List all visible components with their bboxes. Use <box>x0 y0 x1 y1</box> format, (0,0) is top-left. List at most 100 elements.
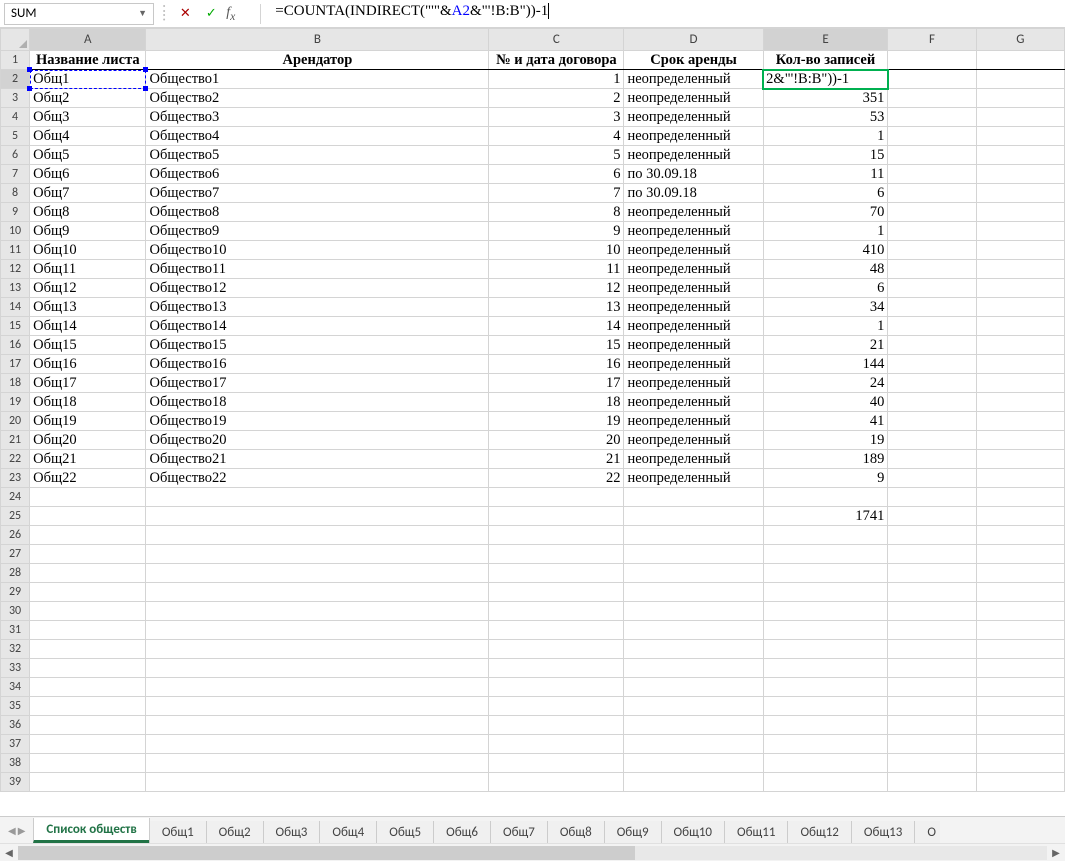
cell-B12[interactable]: Общество11 <box>146 260 489 279</box>
cell-C36[interactable] <box>489 716 624 735</box>
cell-G35[interactable] <box>976 697 1064 716</box>
row-header[interactable]: 39 <box>1 773 30 792</box>
cell-F5[interactable] <box>888 127 976 146</box>
cell-C5[interactable]: 4 <box>489 127 624 146</box>
sheet-tab[interactable]: Общ4 <box>319 821 377 843</box>
cell-D22[interactable]: неопределенный <box>624 450 763 469</box>
cell-G17[interactable] <box>976 355 1064 374</box>
cell-G9[interactable] <box>976 203 1064 222</box>
cell-A14[interactable]: Общ13 <box>30 298 146 317</box>
cell-D9[interactable]: неопределенный <box>624 203 763 222</box>
cell-E16[interactable]: 21 <box>763 336 888 355</box>
cell-C30[interactable] <box>489 602 624 621</box>
cell-A39[interactable] <box>30 773 146 792</box>
cell-C23[interactable]: 22 <box>489 469 624 488</box>
cell-A32[interactable] <box>30 640 146 659</box>
cell-E21[interactable]: 19 <box>763 431 888 450</box>
cell-A3[interactable]: Общ2 <box>30 89 146 108</box>
cell-A13[interactable]: Общ12 <box>30 279 146 298</box>
row-header[interactable]: 6 <box>1 146 30 165</box>
cell-D27[interactable] <box>624 545 763 564</box>
row-header[interactable]: 31 <box>1 621 30 640</box>
cell-E11[interactable]: 410 <box>763 241 888 260</box>
cell-A15[interactable]: Общ14 <box>30 317 146 336</box>
cell-B17[interactable]: Общество16 <box>146 355 489 374</box>
cell-F16[interactable] <box>888 336 976 355</box>
cell-A19[interactable]: Общ18 <box>30 393 146 412</box>
cell-E14[interactable]: 34 <box>763 298 888 317</box>
row-header[interactable]: 16 <box>1 336 30 355</box>
sheet-tab[interactable]: Общ9 <box>604 821 662 843</box>
cell-C3[interactable]: 2 <box>489 89 624 108</box>
row-header[interactable]: 13 <box>1 279 30 298</box>
cell-D13[interactable]: неопределенный <box>624 279 763 298</box>
cell-A27[interactable] <box>30 545 146 564</box>
cell-B19[interactable]: Общество18 <box>146 393 489 412</box>
cell-A11[interactable]: Общ10 <box>30 241 146 260</box>
cell-G19[interactable] <box>976 393 1064 412</box>
cell-F37[interactable] <box>888 735 976 754</box>
cell-G5[interactable] <box>976 127 1064 146</box>
sheet-tab[interactable]: Общ2 <box>206 821 264 843</box>
cell-A28[interactable] <box>30 564 146 583</box>
cell-B39[interactable] <box>146 773 489 792</box>
cell-D37[interactable] <box>624 735 763 754</box>
cell-F11[interactable] <box>888 241 976 260</box>
cell-E29[interactable] <box>763 583 888 602</box>
name-box[interactable]: SUM ▼ <box>4 3 154 25</box>
cell-A12[interactable]: Общ11 <box>30 260 146 279</box>
row-header[interactable]: 11 <box>1 241 30 260</box>
cell-F33[interactable] <box>888 659 976 678</box>
cell-C21[interactable]: 20 <box>489 431 624 450</box>
cell-F9[interactable] <box>888 203 976 222</box>
enter-button[interactable]: ✓ <box>200 6 222 21</box>
cell-F7[interactable] <box>888 165 976 184</box>
cell-G26[interactable] <box>976 526 1064 545</box>
row-header[interactable]: 12 <box>1 260 30 279</box>
scroll-left-button[interactable]: ◀ <box>0 845 18 861</box>
scroll-thumb[interactable] <box>18 846 635 860</box>
cell-G21[interactable] <box>976 431 1064 450</box>
cell-A22[interactable]: Общ21 <box>30 450 146 469</box>
row-header[interactable]: 21 <box>1 431 30 450</box>
row-header[interactable]: 8 <box>1 184 30 203</box>
cell-B18[interactable]: Общество17 <box>146 374 489 393</box>
cell-G27[interactable] <box>976 545 1064 564</box>
scroll-right-button[interactable]: ▶ <box>1047 845 1065 861</box>
cell-C19[interactable]: 18 <box>489 393 624 412</box>
cell-B30[interactable] <box>146 602 489 621</box>
row-header[interactable]: 10 <box>1 222 30 241</box>
row-header[interactable]: 30 <box>1 602 30 621</box>
cell-C38[interactable] <box>489 754 624 773</box>
cell-F15[interactable] <box>888 317 976 336</box>
cell-E9[interactable]: 70 <box>763 203 888 222</box>
cell-A17[interactable]: Общ16 <box>30 355 146 374</box>
header-cell-G[interactable] <box>976 51 1064 70</box>
cell-F34[interactable] <box>888 678 976 697</box>
row-header[interactable]: 5 <box>1 127 30 146</box>
cell-F13[interactable] <box>888 279 976 298</box>
cell-B37[interactable] <box>146 735 489 754</box>
cell-E37[interactable] <box>763 735 888 754</box>
cell-E3[interactable]: 351 <box>763 89 888 108</box>
cell-F18[interactable] <box>888 374 976 393</box>
cell-B28[interactable] <box>146 564 489 583</box>
row-header[interactable]: 35 <box>1 697 30 716</box>
cell-D16[interactable]: неопределенный <box>624 336 763 355</box>
cell-F17[interactable] <box>888 355 976 374</box>
cell-B22[interactable]: Общество21 <box>146 450 489 469</box>
tab-next-button[interactable]: ▶ <box>18 824 26 837</box>
cell-E19[interactable]: 40 <box>763 393 888 412</box>
cell-C10[interactable]: 9 <box>489 222 624 241</box>
cell-D38[interactable] <box>624 754 763 773</box>
cell-B26[interactable] <box>146 526 489 545</box>
cell-D12[interactable]: неопределенный <box>624 260 763 279</box>
cell-A9[interactable]: Общ8 <box>30 203 146 222</box>
cell-G29[interactable] <box>976 583 1064 602</box>
cell-F32[interactable] <box>888 640 976 659</box>
cell-B2[interactable]: Общество1 <box>146 70 489 89</box>
cell-C9[interactable]: 8 <box>489 203 624 222</box>
cell-C15[interactable]: 14 <box>489 317 624 336</box>
row-header[interactable]: 25 <box>1 507 30 526</box>
cell-D32[interactable] <box>624 640 763 659</box>
